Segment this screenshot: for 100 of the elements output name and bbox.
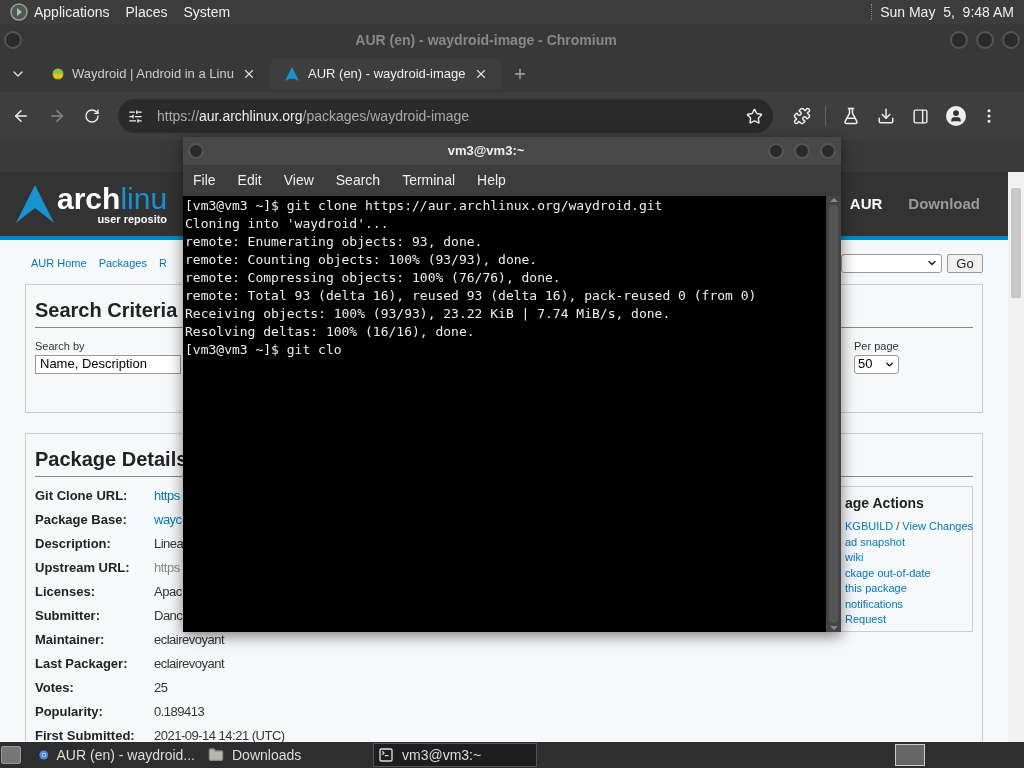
detail-label: Last Packager: [35, 655, 129, 674]
field-label: Search by [35, 339, 86, 354]
terminal-scrollbar[interactable] [826, 196, 841, 632]
browser-tab[interactable]: AUR (en) - waydroid-image [270, 58, 502, 90]
side-panel-icon[interactable] [912, 107, 929, 125]
terminal-menu[interactable]: Search [335, 170, 381, 191]
android-icon [52, 68, 64, 80]
terminal-line: Cloning into 'waydroid'... [185, 215, 390, 233]
go-button[interactable]: Go [947, 253, 983, 273]
action-link[interactable]: ckage out-of-date [845, 565, 931, 581]
menu-logo-icon[interactable] [10, 3, 28, 21]
bookmark-star-icon[interactable] [746, 107, 763, 125]
action-link[interactable]: KGBUILD [845, 519, 894, 535]
separator-text: / [896, 519, 900, 534]
new-tab-icon[interactable] [512, 66, 528, 82]
action-link[interactable]: this package [845, 581, 907, 597]
window-menu-icon[interactable] [188, 143, 204, 159]
maximize-icon[interactable] [794, 143, 810, 159]
terminal-menu[interactable]: View [283, 170, 314, 191]
detail-label: Package Base: [35, 511, 128, 530]
action-link[interactable]: Request [845, 612, 886, 628]
panel-menu[interactable]: System [183, 1, 231, 23]
taskbar-button[interactable]: Downloads [204, 743, 368, 767]
minimize-icon[interactable] [950, 31, 968, 49]
window-title: vm3@vm3:~ [446, 142, 526, 161]
download-icon[interactable] [877, 107, 895, 125]
terminal-menu[interactable]: Help [477, 170, 506, 191]
terminal-line: [vm3@vm3 ~]$ git clo [185, 341, 343, 359]
detail-value: eclairevoyant [154, 631, 225, 650]
tab-label: AUR (en) - waydroid-image [308, 65, 466, 84]
detail-label: Git Clone URL: [35, 487, 129, 506]
terminal-line: remote: Enumerating objects: 93, done. [185, 233, 484, 251]
logo-text: archlinu [57, 183, 168, 214]
detail-link[interactable]: wayc [154, 510, 182, 530]
action-link[interactable]: ad snapshot [845, 534, 905, 550]
maximize-icon[interactable] [976, 31, 994, 49]
nav-link[interactable]: R [158, 254, 167, 272]
reload-icon[interactable] [84, 108, 100, 124]
workspace-switcher[interactable] [895, 744, 925, 766]
nav-link[interactable]: AUR Home [31, 254, 87, 272]
folder-icon [208, 747, 224, 763]
close-icon[interactable] [820, 143, 836, 159]
section-heading: Search Criteria [35, 299, 178, 321]
detail-value: 25 [154, 679, 168, 698]
select-field[interactable] [841, 253, 942, 273]
page-scrollbar[interactable] [1008, 172, 1024, 742]
action-link[interactable]: wiki [845, 550, 864, 566]
terminal-line: [vm3@vm3 ~]$ git clone https://aur.archlinux.org/waydroid.git [185, 197, 664, 215]
window-title: AUR (en) - waydroid-image - Chromium [354, 30, 618, 50]
action-link[interactable]: View Changes [902, 519, 974, 535]
site-logo[interactable]: archlinu user reposito [15, 183, 168, 225]
site-info-icon[interactable] [128, 108, 143, 124]
terminal-line: remote: Compressing objects: 100% (76/76), done. [185, 269, 562, 287]
terminal-menu[interactable]: Edit [237, 170, 262, 191]
back-icon[interactable] [12, 107, 30, 125]
search-by-select[interactable]: Name, Description [35, 354, 181, 374]
extensions-icon[interactable] [793, 107, 811, 125]
profile-icon[interactable] [946, 106, 966, 126]
header-nav-link[interactable]: Download [908, 192, 980, 216]
detail-link[interactable]: https [154, 558, 180, 578]
panel-menu[interactable]: Places [125, 1, 168, 23]
detail-value: Apac [154, 583, 182, 602]
logo-subtitle: user reposito [97, 213, 168, 225]
detail-value: 0.189413 [154, 703, 205, 722]
detail-label: Submitter: [35, 607, 101, 626]
minimize-icon[interactable] [768, 143, 784, 159]
detail-value: Danc [154, 607, 183, 626]
terminal-icon [378, 747, 394, 763]
address-bar[interactable]: https://aur.archlinux.org/packages/waydroid-image [118, 99, 773, 133]
taskbar-button[interactable]: AUR (en) - waydroid... [35, 743, 199, 767]
arch-logo-icon [15, 184, 55, 224]
action-link[interactable]: notifications [845, 596, 904, 612]
close-tab-icon[interactable] [474, 67, 488, 81]
window-menu-icon[interactable] [4, 31, 22, 49]
panel-menu[interactable]: Applications [34, 1, 110, 23]
clock[interactable]: Sun May 5, 9:48 AM [880, 1, 1014, 23]
detail-label: Upstream URL: [35, 559, 131, 578]
actions-heading: age Actions [845, 494, 925, 513]
terminal-menu[interactable]: File [193, 170, 216, 191]
close-icon[interactable] [1002, 31, 1020, 49]
detail-label: Description: [35, 535, 112, 554]
arch-logo-icon [284, 66, 300, 82]
detail-label: Maintainer: [35, 631, 106, 650]
close-tab-icon[interactable] [242, 67, 256, 81]
detail-label: Popularity: [35, 703, 104, 722]
per-page-select[interactable]: 50 [854, 354, 899, 374]
detail-label: Votes: [35, 679, 75, 698]
taskbar-button[interactable]: vm3@vm3:~ [373, 743, 537, 767]
terminal-line: remote: Total 93 (delta 16), reused 93 (delta 16), pack-reused 0 (from 0) [185, 287, 758, 305]
nav-link[interactable]: Packages [98, 254, 147, 272]
flask-icon[interactable] [842, 107, 860, 125]
forward-icon[interactable] [48, 107, 66, 125]
field-label: Per page [854, 339, 899, 354]
header-nav-link[interactable]: AUR [849, 192, 883, 216]
terminal-line: Resolving deltas: 100% (16/16), done. [185, 323, 476, 341]
tab-label: Waydroid | Android in a Linu [72, 65, 234, 84]
browser-tab[interactable]: Waydroid | Android in a Linu [38, 58, 270, 90]
terminal-menu[interactable]: Terminal [402, 170, 456, 191]
detail-link[interactable]: https [154, 486, 180, 506]
terminal-line: remote: Counting objects: 100% (93/93), done. [185, 251, 539, 269]
